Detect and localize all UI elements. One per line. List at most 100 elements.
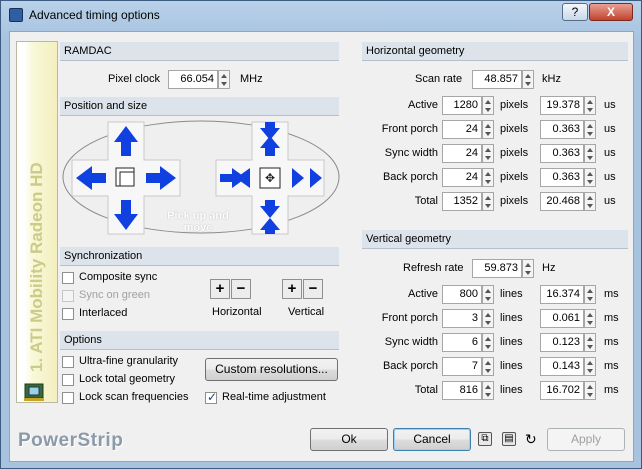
hgeom-row-value[interactable]: 24 [442,120,482,139]
hgeom-row-arrows[interactable] [482,168,494,187]
hgeom-row-time[interactable]: 19.378 [540,96,584,115]
vertical-minus-button[interactable]: − [303,279,323,299]
app-icon [9,8,23,22]
horizontal-plus-button[interactable]: + [210,279,230,299]
hgeom-row-arrows[interactable] [482,192,494,211]
hgeom-row-value[interactable]: 1352 [442,192,482,211]
vgeom-row-time-arrows[interactable] [584,357,596,376]
adapter-name: 1. ATI Mobility Radeon HD [27,162,46,372]
hgeom-header: Horizontal geometry [362,42,628,61]
vgeom-row-time-unit: ms [604,360,619,372]
adapter-sidebar: 1. ATI Mobility Radeon HD [16,41,58,403]
vgeom-row-time-arrows[interactable] [584,381,596,400]
scan-rate-value[interactable]: 48.857 [472,70,522,89]
scan-rate-unit: kHz [542,73,561,85]
hgeom-row-time-arrows[interactable] [584,144,596,163]
hgeom-row-time-arrows[interactable] [584,120,596,139]
hgeom-row-value[interactable]: 24 [442,144,482,163]
hgeom-row-arrows[interactable] [482,144,494,163]
hgeom-row-time[interactable]: 0.363 [540,168,584,187]
vgeom-row-unit: lines [500,384,523,396]
help-button[interactable]: ? [562,3,588,21]
cancel-button[interactable]: Cancel [393,428,471,451]
hgeom-row-label: Total [414,195,438,207]
vgeom-row-time-unit: ms [604,336,619,348]
vgeom-header: Vertical geometry [362,230,628,249]
options-header: Options [60,331,339,350]
scan-rate-arrows[interactable] [522,70,534,89]
title-bar[interactable]: Advanced timing options ? X [1,1,641,29]
hgeom-row-label: Back porch [382,171,438,183]
hgeom-row-value[interactable]: 24 [442,168,482,187]
vgeom-row-time-unit: ms [604,312,619,324]
horizontal-minus-button[interactable]: − [231,279,251,299]
hgeom-row-time-unit: us [604,171,616,183]
vgeom-row-time[interactable]: 0.143 [540,357,584,376]
hgeom-row-time[interactable]: 0.363 [540,120,584,139]
vgeom-row-label: Back porch [382,360,438,372]
vgeom-row-label: Front porch [381,312,438,324]
refresh-rate-arrows[interactable] [522,259,534,278]
vgeom-row-time[interactable]: 0.061 [540,309,584,328]
vgeom-row-time[interactable]: 16.374 [540,285,584,304]
vgeom-row-arrows[interactable] [482,285,494,304]
ramdac-header: RAMDAC [60,42,339,61]
vgeom-row-unit: lines [500,336,523,348]
pixel-clock-value[interactable]: 66.054 [168,70,218,89]
refresh-rate-label: Refresh rate [403,262,464,274]
vgeom-row-value[interactable]: 7 [442,357,482,376]
hgeom-row-unit: pixels [500,99,529,111]
copy-icon[interactable]: ⧉ [478,432,492,446]
hgeom-row-unit: pixels [500,123,529,135]
pixel-clock-arrows[interactable] [218,70,230,89]
vgeom-row-label: Active [408,288,438,300]
dialog-body: 1. ATI Mobility Radeon HD RAMDAC Pixel c… [9,31,634,462]
vgeom-row-label: Sync width [384,336,438,348]
close-button[interactable]: X [589,3,633,21]
hgeom-row-label: Active [408,99,438,111]
pixel-clock-unit: MHz [240,73,263,85]
vgeom-row-time[interactable]: 0.123 [540,333,584,352]
hgeom-row-time-unit: us [604,195,616,207]
hgeom-row-value[interactable]: 1280 [442,96,482,115]
hgeom-row-arrows[interactable] [482,120,494,139]
vgeom-row-arrows[interactable] [482,333,494,352]
custom-resolutions-button[interactable]: Custom resolutions... [205,358,338,381]
horizontal-label: Horizontal [212,306,262,318]
apply-button[interactable]: Apply [547,428,625,451]
hgeom-row-time-unit: us [604,147,616,159]
sync-header: Synchronization [60,247,339,266]
hgeom-row-unit: pixels [500,147,529,159]
hgeom-row-time-arrows[interactable] [584,192,596,211]
vgeom-row-value[interactable]: 800 [442,285,482,304]
vgeom-row-value[interactable]: 816 [442,381,482,400]
ok-button[interactable]: Ok [310,428,388,451]
vgeom-row-arrows[interactable] [482,357,494,376]
pickup-hint: Pick up and move [167,210,229,234]
svg-text:✥: ✥ [265,171,275,185]
vgeom-row-value[interactable]: 3 [442,309,482,328]
hgeom-row-time-arrows[interactable] [584,96,596,115]
vertical-label: Vertical [288,306,325,318]
vgeom-row-arrows[interactable] [482,381,494,400]
hgeom-row-arrows[interactable] [482,96,494,115]
paste-icon[interactable]: ▤ [502,432,516,446]
hgeom-row-unit: pixels [500,195,529,207]
vgeom-row-time[interactable]: 16.702 [540,381,584,400]
vgeom-row-arrows[interactable] [482,309,494,328]
vgeom-row-value[interactable]: 6 [442,333,482,352]
vgeom-row-unit: lines [500,288,523,300]
refresh-rate-value[interactable]: 59.873 [472,259,522,278]
vgeom-row-time-arrows[interactable] [584,333,596,352]
hgeom-row-time[interactable]: 0.363 [540,144,584,163]
vgeom-row-time-arrows[interactable] [584,285,596,304]
hgeom-row-time-arrows[interactable] [584,168,596,187]
scan-rate-label: Scan rate [415,73,463,85]
hgeom-row-time[interactable]: 20.468 [540,192,584,211]
vertical-plus-button[interactable]: + [282,279,302,299]
hgeom-row-time-unit: us [604,99,616,111]
hgeom-row-label: Front porch [381,123,438,135]
pixel-clock-label: Pixel clock [108,73,160,85]
vgeom-row-time-arrows[interactable] [584,309,596,328]
refresh-icon[interactable]: ↻ [525,431,537,448]
